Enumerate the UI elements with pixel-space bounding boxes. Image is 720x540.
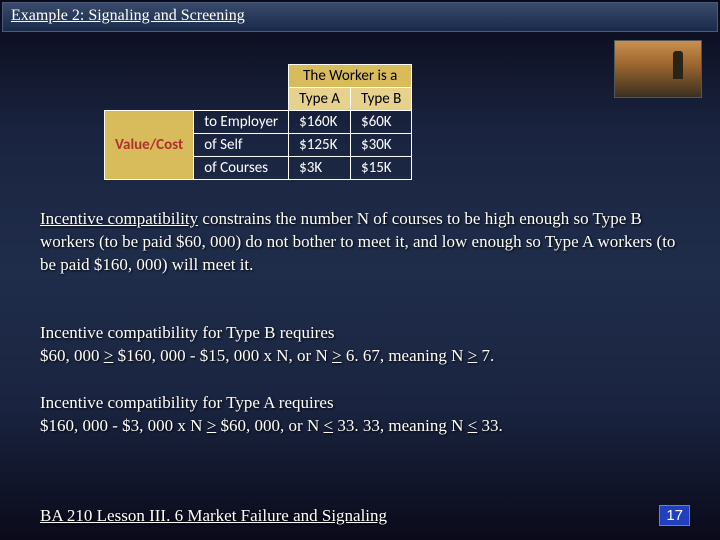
geq: > [468,346,478,365]
cell: $3K [289,157,351,180]
footer-text: BA 210 Lesson III. 6 Market Failure and … [40,506,387,526]
term-underline: Incentive compatibility [40,209,198,228]
row-label: to Employer [194,111,289,134]
t: $160, 000 - $15, 000 x N, or N [113,346,332,365]
paragraph-1: Incentive compatibility constrains the n… [40,208,690,277]
col-type-b: Type B [351,88,412,111]
t: 7. [477,346,494,365]
t: $160, 000 - $3, 000 x N [40,416,207,435]
paragraph-3: Incentive compatibility for Type A requi… [40,392,690,438]
t: 6. 67, meaning N [342,346,468,365]
cell: $160K [289,111,351,134]
rowgroup-label: Value/Cost [105,111,194,180]
leq: < [468,416,478,435]
empty-cell [194,65,289,88]
t: 33. 33, meaning N [333,416,468,435]
geq: > [104,346,114,365]
geq: > [207,416,217,435]
paragraph-2: Incentive compatibility for Type B requi… [40,322,690,368]
page-number: 17 [659,505,690,526]
row-label: of Self [194,134,289,157]
t: 33. [477,416,503,435]
cell: $125K [289,134,351,157]
slide-title: Example 2: Signaling and Screening [2,2,718,32]
t: $60, 000, or N [216,416,323,435]
p2-line1: Incentive compatibility for Type B requi… [40,323,335,342]
footer: BA 210 Lesson III. 6 Market Failure and … [40,505,690,526]
cell: $30K [351,134,412,157]
cell: $15K [351,157,412,180]
empty-cell [105,65,194,88]
cell: $60K [351,111,412,134]
t: $60, 000 [40,346,104,365]
geq: > [332,346,342,365]
table-header-main: The Worker is a [289,65,412,88]
p3-line1: Incentive compatibility for Type A requi… [40,393,334,412]
empty-cell [194,88,289,111]
value-cost-table: The Worker is a Type A Type B Value/Cost… [104,64,412,180]
empty-cell [105,88,194,111]
slide: Example 2: Signaling and Screening The W… [0,0,720,540]
decorative-image [614,40,702,98]
leq: < [324,416,334,435]
row-label: of Courses [194,157,289,180]
col-type-a: Type A [289,88,351,111]
